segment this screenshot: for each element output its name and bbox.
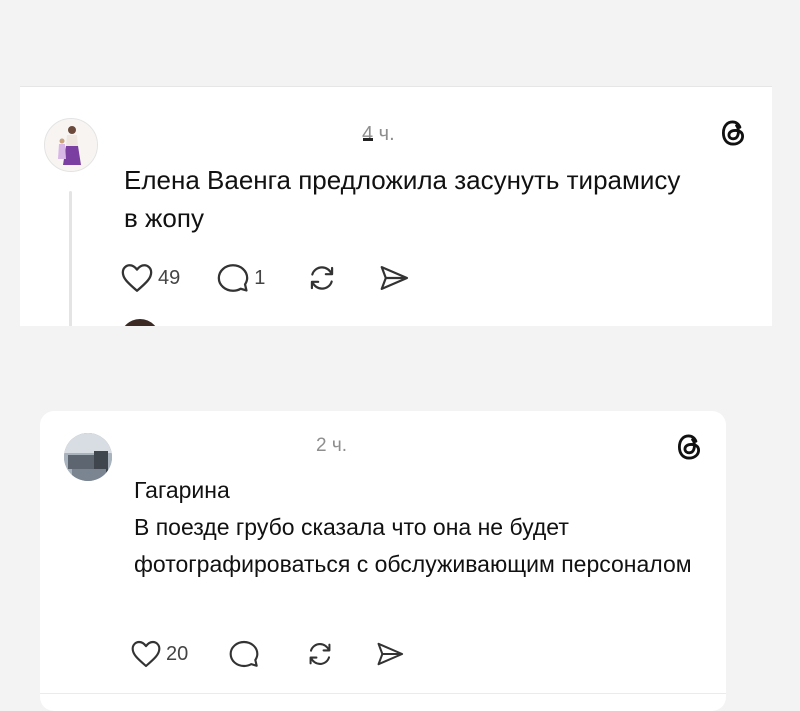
comment-bubble-icon [216, 262, 250, 294]
next-reply-avatar [120, 319, 160, 326]
reply-count: 1 [254, 266, 266, 289]
post-text: В поезде грубо сказала что она не будет … [134, 514, 692, 577]
repost-icon [304, 640, 336, 668]
post-actions: 20 [130, 637, 406, 671]
send-icon [374, 640, 406, 668]
avatar[interactable] [44, 118, 98, 172]
divider [40, 693, 726, 694]
author-name[interactable]: Гагарина [134, 477, 230, 504]
share-button[interactable] [374, 640, 406, 668]
avatar[interactable] [64, 433, 112, 481]
post-time: 4 ч. [362, 123, 395, 145]
like-count: 49 [158, 266, 181, 289]
repost-button[interactable] [304, 640, 336, 668]
post-card-2: 2 ч. Гагарина В поезде грубо сказала что… [40, 411, 726, 711]
threads-logo-icon[interactable] [674, 431, 704, 463]
like-count: 20 [166, 642, 189, 665]
comment-bubble-icon [228, 639, 260, 669]
post-card-1: 4 ч. Елена Ваенга предложила засунуть ти… [20, 86, 772, 326]
like-button[interactable]: 49 [120, 262, 180, 294]
repost-icon [305, 263, 339, 293]
reply-button[interactable]: 1 [216, 262, 265, 294]
post-actions: 49 1 [120, 261, 411, 295]
post-time: 2 ч. [316, 435, 348, 456]
thread-line [69, 191, 72, 326]
time-marker [363, 138, 373, 141]
heart-icon [120, 262, 154, 294]
send-icon [377, 263, 411, 293]
reply-button[interactable] [228, 639, 260, 669]
like-button[interactable]: 20 [130, 639, 188, 669]
heart-icon [130, 639, 162, 669]
share-button[interactable] [377, 263, 411, 293]
post-text: Елена Ваенга предложила засунуть тирамис… [124, 165, 681, 233]
repost-button[interactable] [305, 263, 339, 293]
threads-logo-icon[interactable] [718, 117, 748, 149]
